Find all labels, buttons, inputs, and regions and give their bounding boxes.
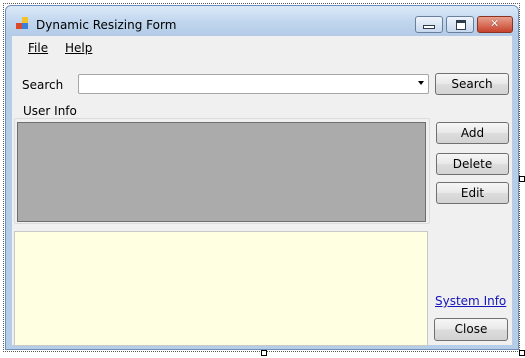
user-info-grid[interactable]: [17, 122, 426, 222]
window-title: Dynamic Resizing Form: [36, 18, 177, 32]
add-button-label: Add: [460, 126, 485, 140]
title-bar[interactable]: Dynamic Resizing Form: [6, 6, 518, 36]
form-client-area: File Help Search Search User Info Add De…: [12, 36, 512, 346]
menu-bar: File Help: [12, 36, 512, 60]
info-panel: [14, 231, 428, 346]
app-icon: [16, 17, 29, 30]
resize-grip-bottom[interactable]: [261, 350, 267, 356]
system-info-link[interactable]: System Info: [435, 294, 506, 308]
close-button[interactable]: Close: [434, 318, 508, 341]
search-label: Search: [22, 78, 64, 92]
search-button[interactable]: Search: [435, 73, 509, 95]
edit-button-label: Edit: [460, 186, 485, 200]
user-info-label: User Info: [22, 104, 78, 118]
minimize-button[interactable]: [415, 16, 443, 33]
close-button-label: Close: [454, 322, 488, 336]
menu-file[interactable]: File: [28, 41, 48, 55]
delete-button-label: Delete: [452, 157, 493, 171]
delete-button[interactable]: Delete: [436, 153, 509, 175]
resize-grip-corner[interactable]: [519, 350, 525, 356]
form-window: Dynamic Resizing Form File Help Search S…: [5, 5, 519, 350]
search-button-label: Search: [451, 77, 493, 91]
resize-grip-right[interactable]: [519, 176, 525, 182]
menu-help[interactable]: Help: [65, 41, 92, 55]
search-combobox[interactable]: [78, 74, 429, 94]
edit-button[interactable]: Edit: [436, 182, 509, 204]
chevron-down-icon[interactable]: [418, 81, 424, 85]
close-window-button[interactable]: [477, 16, 513, 33]
maximize-button[interactable]: [446, 16, 474, 33]
add-button[interactable]: Add: [436, 122, 509, 144]
